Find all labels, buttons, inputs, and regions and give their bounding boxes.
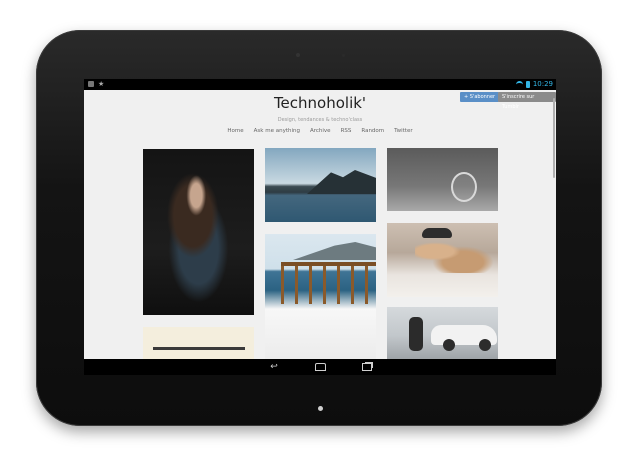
wifi-icon [515, 81, 523, 87]
status-time: 10:29 [532, 80, 553, 88]
system-icons: 10:29 [515, 80, 553, 88]
nav-item-random[interactable]: Random [361, 128, 384, 134]
status-bar: ★ 10:29 [84, 79, 556, 90]
notification-icon [88, 81, 94, 87]
nav-item-home[interactable]: Home [227, 128, 243, 134]
railing-shape [281, 262, 376, 304]
post-image-car[interactable] [387, 307, 498, 359]
post-image-portrait[interactable] [143, 149, 254, 315]
post-image-document[interactable] [143, 327, 254, 359]
blog-nav: Home Ask me anything Archive RSS Random … [84, 128, 556, 134]
post-image-hat-woman[interactable] [387, 223, 498, 297]
nav-item-twitter[interactable]: Twitter [394, 128, 412, 134]
nav-item-archive[interactable]: Archive [310, 128, 331, 134]
sensor-icon [342, 54, 345, 57]
glass-orb-shape [451, 172, 477, 202]
wheel-shape [443, 339, 455, 351]
notification-icons: ★ [88, 80, 105, 88]
land-shape [293, 242, 376, 260]
back-arrow-icon[interactable]: ↩ [266, 362, 282, 372]
blog-page[interactable]: + S'abonner S'inscrire sur Tumblr Techno… [84, 90, 556, 359]
home-icon[interactable] [312, 362, 328, 372]
blog-subtitle: Design, tendances & techno'class [277, 117, 363, 123]
figure-shape [415, 237, 495, 273]
mountain-shape [307, 170, 376, 194]
scrollbar[interactable] [553, 98, 555, 178]
tablet-screen: ★ 10:29 + S'abonner S'inscrire sur Tumbl… [84, 79, 556, 375]
nav-item-ask[interactable]: Ask me anything [254, 128, 300, 134]
front-camera-icon [296, 53, 300, 57]
post-image-glass[interactable] [387, 148, 498, 211]
post-image-coast[interactable] [265, 148, 376, 222]
recent-apps-icon[interactable] [359, 362, 375, 372]
post-image-boat-deck[interactable] [265, 234, 376, 359]
blog-title[interactable]: Technoholik' [84, 94, 556, 112]
wheel-shape [479, 339, 491, 351]
android-nav-bar: ↩ [84, 359, 556, 375]
figure-shape [409, 317, 423, 351]
notification-led-icon [318, 406, 323, 411]
nav-item-rss[interactable]: RSS [341, 128, 352, 134]
star-icon: ★ [98, 80, 105, 88]
document-line-shape [153, 347, 245, 350]
battery-icon [525, 80, 530, 88]
